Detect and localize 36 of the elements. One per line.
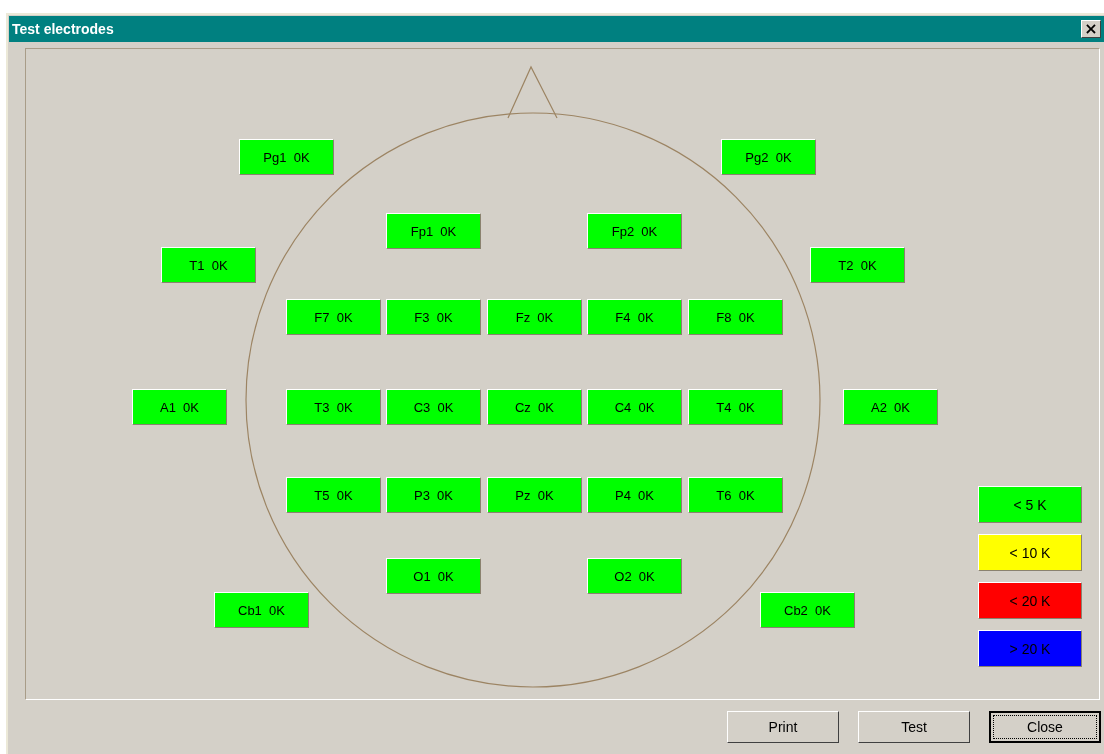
electrode-indicator: O1 0K (386, 558, 481, 594)
electrode-indicator: A1 0K (132, 389, 227, 425)
dialog-button[interactable]: Close (989, 711, 1101, 743)
window-title: Test electrodes (11, 21, 114, 37)
electrode-indicator: Cb1 0K (214, 592, 309, 628)
electrode-indicator: Pg2 0K (721, 139, 816, 175)
electrode-indicator: F8 0K (688, 299, 783, 335)
electrode-indicator: F3 0K (386, 299, 481, 335)
close-button[interactable]: × (1081, 20, 1101, 38)
electrode-indicator: T1 0K (161, 247, 256, 283)
electrode-indicator: P3 0K (386, 477, 481, 513)
electrode-indicator: O2 0K (587, 558, 682, 594)
electrode-indicator: T4 0K (688, 389, 783, 425)
electrode-indicator: T5 0K (286, 477, 381, 513)
electrode-indicator: Cz 0K (487, 389, 582, 425)
electrode-indicator: T6 0K (688, 477, 783, 513)
electrode-indicator: Pg1 0K (239, 139, 334, 175)
legend-swatch: < 10 K (978, 534, 1082, 571)
electrode-indicator: A2 0K (843, 389, 938, 425)
electrode-indicator: Fz 0K (487, 299, 582, 335)
electrode-indicator: Fp1 0K (386, 213, 481, 249)
electrode-indicator: F7 0K (286, 299, 381, 335)
electrode-indicator: Fp2 0K (587, 213, 682, 249)
dialog-button[interactable]: Test (858, 711, 970, 743)
electrode-indicator: C3 0K (386, 389, 481, 425)
electrode-indicator: T3 0K (286, 389, 381, 425)
legend-swatch: < 5 K (978, 486, 1082, 523)
electrode-indicator: C4 0K (587, 389, 682, 425)
electrode-indicator: Cb2 0K (760, 592, 855, 628)
electrode-indicator: P4 0K (587, 477, 682, 513)
electrode-indicator: Pz 0K (487, 477, 582, 513)
legend-swatch: < 20 K (978, 582, 1082, 619)
legend-swatch: > 20 K (978, 630, 1082, 667)
electrode-indicator: F4 0K (587, 299, 682, 335)
dialog-button[interactable]: Print (727, 711, 839, 743)
electrode-indicator: T2 0K (810, 247, 905, 283)
